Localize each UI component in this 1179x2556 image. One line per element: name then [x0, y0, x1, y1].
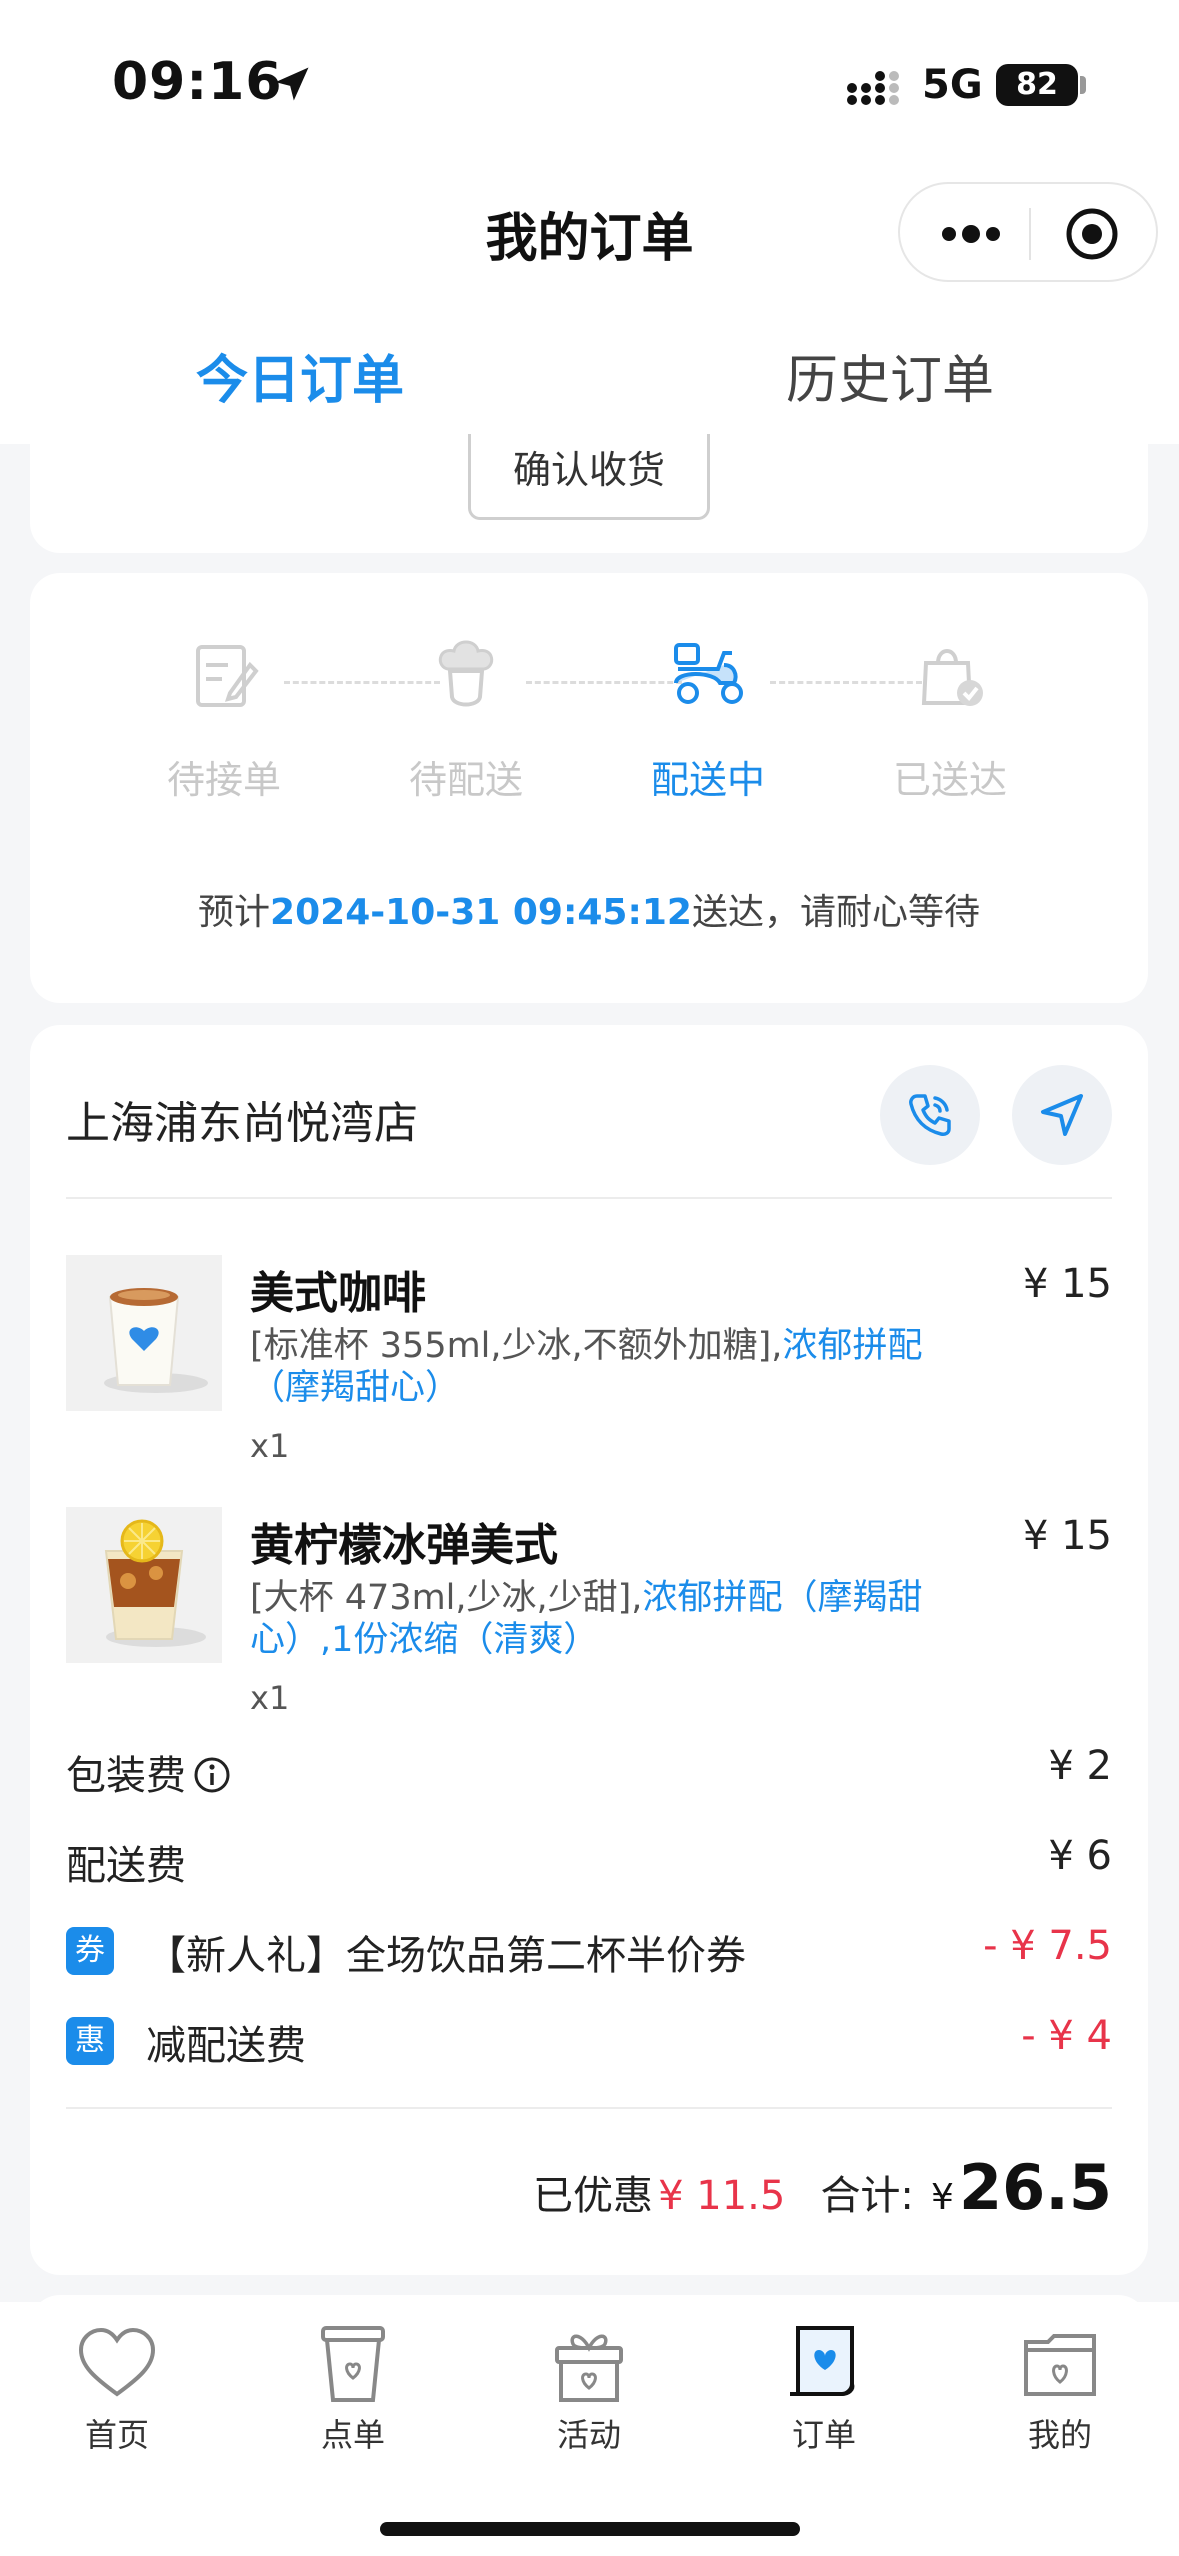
tabbar-label: 活动 [556, 2416, 621, 2454]
packaging-fee-label: 包装费 [66, 1743, 232, 1801]
item-name: 美式咖啡 [250, 1268, 426, 1319]
step-label: 待配送 [408, 758, 523, 802]
tabbar-item-activity[interactable]: 活动 [489, 2322, 689, 2456]
more-icon[interactable] [936, 216, 1006, 252]
item-options: [标准杯 355ml,少冰,不额外加糖],浓郁拼配（摩羯甜心） [250, 1325, 970, 1409]
item-name: 黄柠檬冰弹美式 [250, 1520, 558, 1571]
divider [66, 1197, 1112, 1199]
tab-history-orders[interactable]: 历史订单 [786, 338, 994, 413]
chef-icon [438, 640, 494, 707]
item-options-plain: [标准杯 355ml,少冰,不额外加糖], [250, 1326, 783, 1366]
battery-tip [1080, 76, 1086, 94]
item-price: ¥ 15 [1022, 1513, 1112, 1559]
home-indicator[interactable] [380, 2522, 800, 2536]
delivery-fee-label: 配送费 [66, 1843, 186, 1889]
order-action-card: 确认收货 [30, 410, 1148, 553]
tabbar-item-menu[interactable]: 点单 [253, 2322, 453, 2456]
progress-step-delivered: 已送达 [870, 635, 1030, 804]
product-image-americano [66, 1255, 222, 1411]
status-time: 09:16 [112, 52, 283, 112]
progress-step-pending-accept: 待接单 [144, 635, 304, 804]
order-icon [790, 2326, 855, 2396]
navigate-store-button[interactable] [1012, 1065, 1112, 1165]
order-page: 09:16 5G 82 我的订单 今日订单 历史订单 确认收货 待接单 待配送 … [0, 0, 1179, 2556]
delivery-discount-label: 减配送费 [146, 2023, 306, 2069]
tabbar-item-profile[interactable]: 我的 [960, 2322, 1160, 2456]
order-item: 黄柠檬冰弹美式 ¥ 15 [大杯 473ml,少冰,少甜],浓郁拼配（摩羯甜心）… [66, 1507, 1112, 1717]
signal-icon [847, 71, 899, 105]
promo-tag: 惠 [66, 2017, 114, 2065]
coupon-tag: 券 [66, 1927, 114, 1975]
scooter-icon [674, 643, 743, 704]
folder-icon [1024, 2334, 1096, 2396]
eta-suffix: 送达，请耐心等待 [691, 892, 980, 933]
order-total: 已优惠 ¥ 11.5 合计: ¥ 26.5 [533, 2151, 1112, 2224]
bag-check-icon [921, 649, 983, 706]
divider [66, 2107, 1112, 2109]
tab-today-orders[interactable]: 今日订单 [196, 338, 404, 413]
estimated-delivery: 预计2024-10-31 09:45:12送达，请耐心等待 [30, 883, 1148, 935]
capsule-divider [1029, 208, 1031, 260]
tabbar-item-orders[interactable]: 订单 [724, 2322, 924, 2456]
delivery-discount-row: 惠 减配送费 - ¥ 4 [66, 2013, 1112, 2073]
delivery-fee-row: 配送费 ¥ 6 [66, 1833, 1112, 1893]
item-quantity: x1 [250, 1427, 290, 1465]
item-price: ¥ 15 [1022, 1261, 1112, 1307]
packaging-fee-value: ¥ 2 [1048, 1743, 1112, 1789]
eta-time: 2024-10-31 09:45:12 [270, 892, 692, 933]
packaging-fee-text: 包装费 [66, 1753, 186, 1799]
coupon-value: - ¥ 7.5 [983, 1923, 1112, 1969]
progress-step-pending-delivery: 待配送 [386, 635, 546, 804]
coupon-label: 【新人礼】全场饮品第二杯半价券 [146, 1933, 746, 1979]
call-store-button[interactable] [880, 1065, 980, 1165]
total-label: 合计: [820, 2173, 914, 2219]
step-label: 配送中 [650, 758, 765, 802]
form-icon [196, 645, 259, 707]
product-image-lemon-americano [66, 1507, 222, 1663]
discount-value: ¥ 11.5 [658, 2173, 786, 2219]
miniprogram-capsule [898, 182, 1158, 282]
delivery-discount-value: - ¥ 4 [1021, 2013, 1112, 2059]
iced-lemon-coffee-image [66, 1507, 222, 1663]
battery-level: 82 [996, 64, 1078, 106]
confirm-receipt-button[interactable]: 确认收货 [468, 434, 710, 520]
discount-label: 已优惠 [533, 2173, 654, 2219]
item-quantity: x1 [250, 1679, 290, 1717]
delivery-fee-value: ¥ 6 [1048, 1833, 1112, 1879]
store-name: 上海浦东尚悦湾店 [66, 1098, 418, 1149]
tabbar-item-home[interactable]: 首页 [17, 2322, 217, 2456]
gift-icon [555, 2334, 623, 2402]
heart-icon [78, 2327, 156, 2397]
tabbar-label: 订单 [791, 2416, 856, 2454]
total-currency: ¥ [931, 2177, 954, 2218]
bottom-tab-bar: 首页 点单 活动 订单 我的 [0, 2302, 1179, 2556]
cup-icon [321, 2326, 385, 2402]
step-label: 待接单 [166, 758, 281, 802]
total-value: 26.5 [959, 2151, 1112, 2224]
nav-bar: 我的订单 [0, 170, 1179, 290]
order-item: 美式咖啡 ¥ 15 [标准杯 355ml,少冰,不额外加糖],浓郁拼配（摩羯甜心… [66, 1255, 1112, 1465]
item-options: [大杯 473ml,少冰,少甜],浓郁拼配（摩羯甜心）,1份浓缩（清爽） [250, 1577, 970, 1661]
order-total-row: 已优惠 ¥ 11.5 合计: ¥ 26.5 [66, 2150, 1112, 2230]
item-options-plain: [大杯 473ml,少冰,少甜], [250, 1578, 643, 1618]
progress-step-delivering: 配送中 [628, 635, 788, 804]
close-miniprogram-icon[interactable] [1064, 206, 1120, 262]
status-bar: 09:16 5G 82 [0, 0, 1179, 170]
info-icon[interactable] [192, 1755, 232, 1795]
eta-prefix: 预计 [198, 892, 271, 933]
phone-icon [909, 1094, 951, 1136]
tabbar-label: 首页 [84, 2416, 149, 2454]
order-detail-card: 上海浦东尚悦湾店 美式咖啡 ¥ 15 [标准杯 355ml,少冰,不额外加糖],… [30, 1025, 1148, 2275]
tabbar-label: 我的 [1027, 2416, 1092, 2454]
coupon-discount-row: 券 【新人礼】全场饮品第二杯半价券 - ¥ 7.5 [66, 1923, 1112, 1983]
tabbar-label: 点单 [320, 2416, 385, 2454]
network-type: 5G [922, 62, 983, 108]
location-arrow-icon [275, 67, 309, 101]
delivery-progress-card: 待接单 待配送 配送中 已送达 预计2024-10-31 09:45:12送达，… [30, 573, 1148, 1003]
navigation-arrow-icon [1041, 1094, 1083, 1136]
step-label: 已送达 [892, 758, 1007, 802]
coffee-cup-image [66, 1255, 222, 1411]
packaging-fee-row: 包装费 ¥ 2 [66, 1743, 1112, 1803]
